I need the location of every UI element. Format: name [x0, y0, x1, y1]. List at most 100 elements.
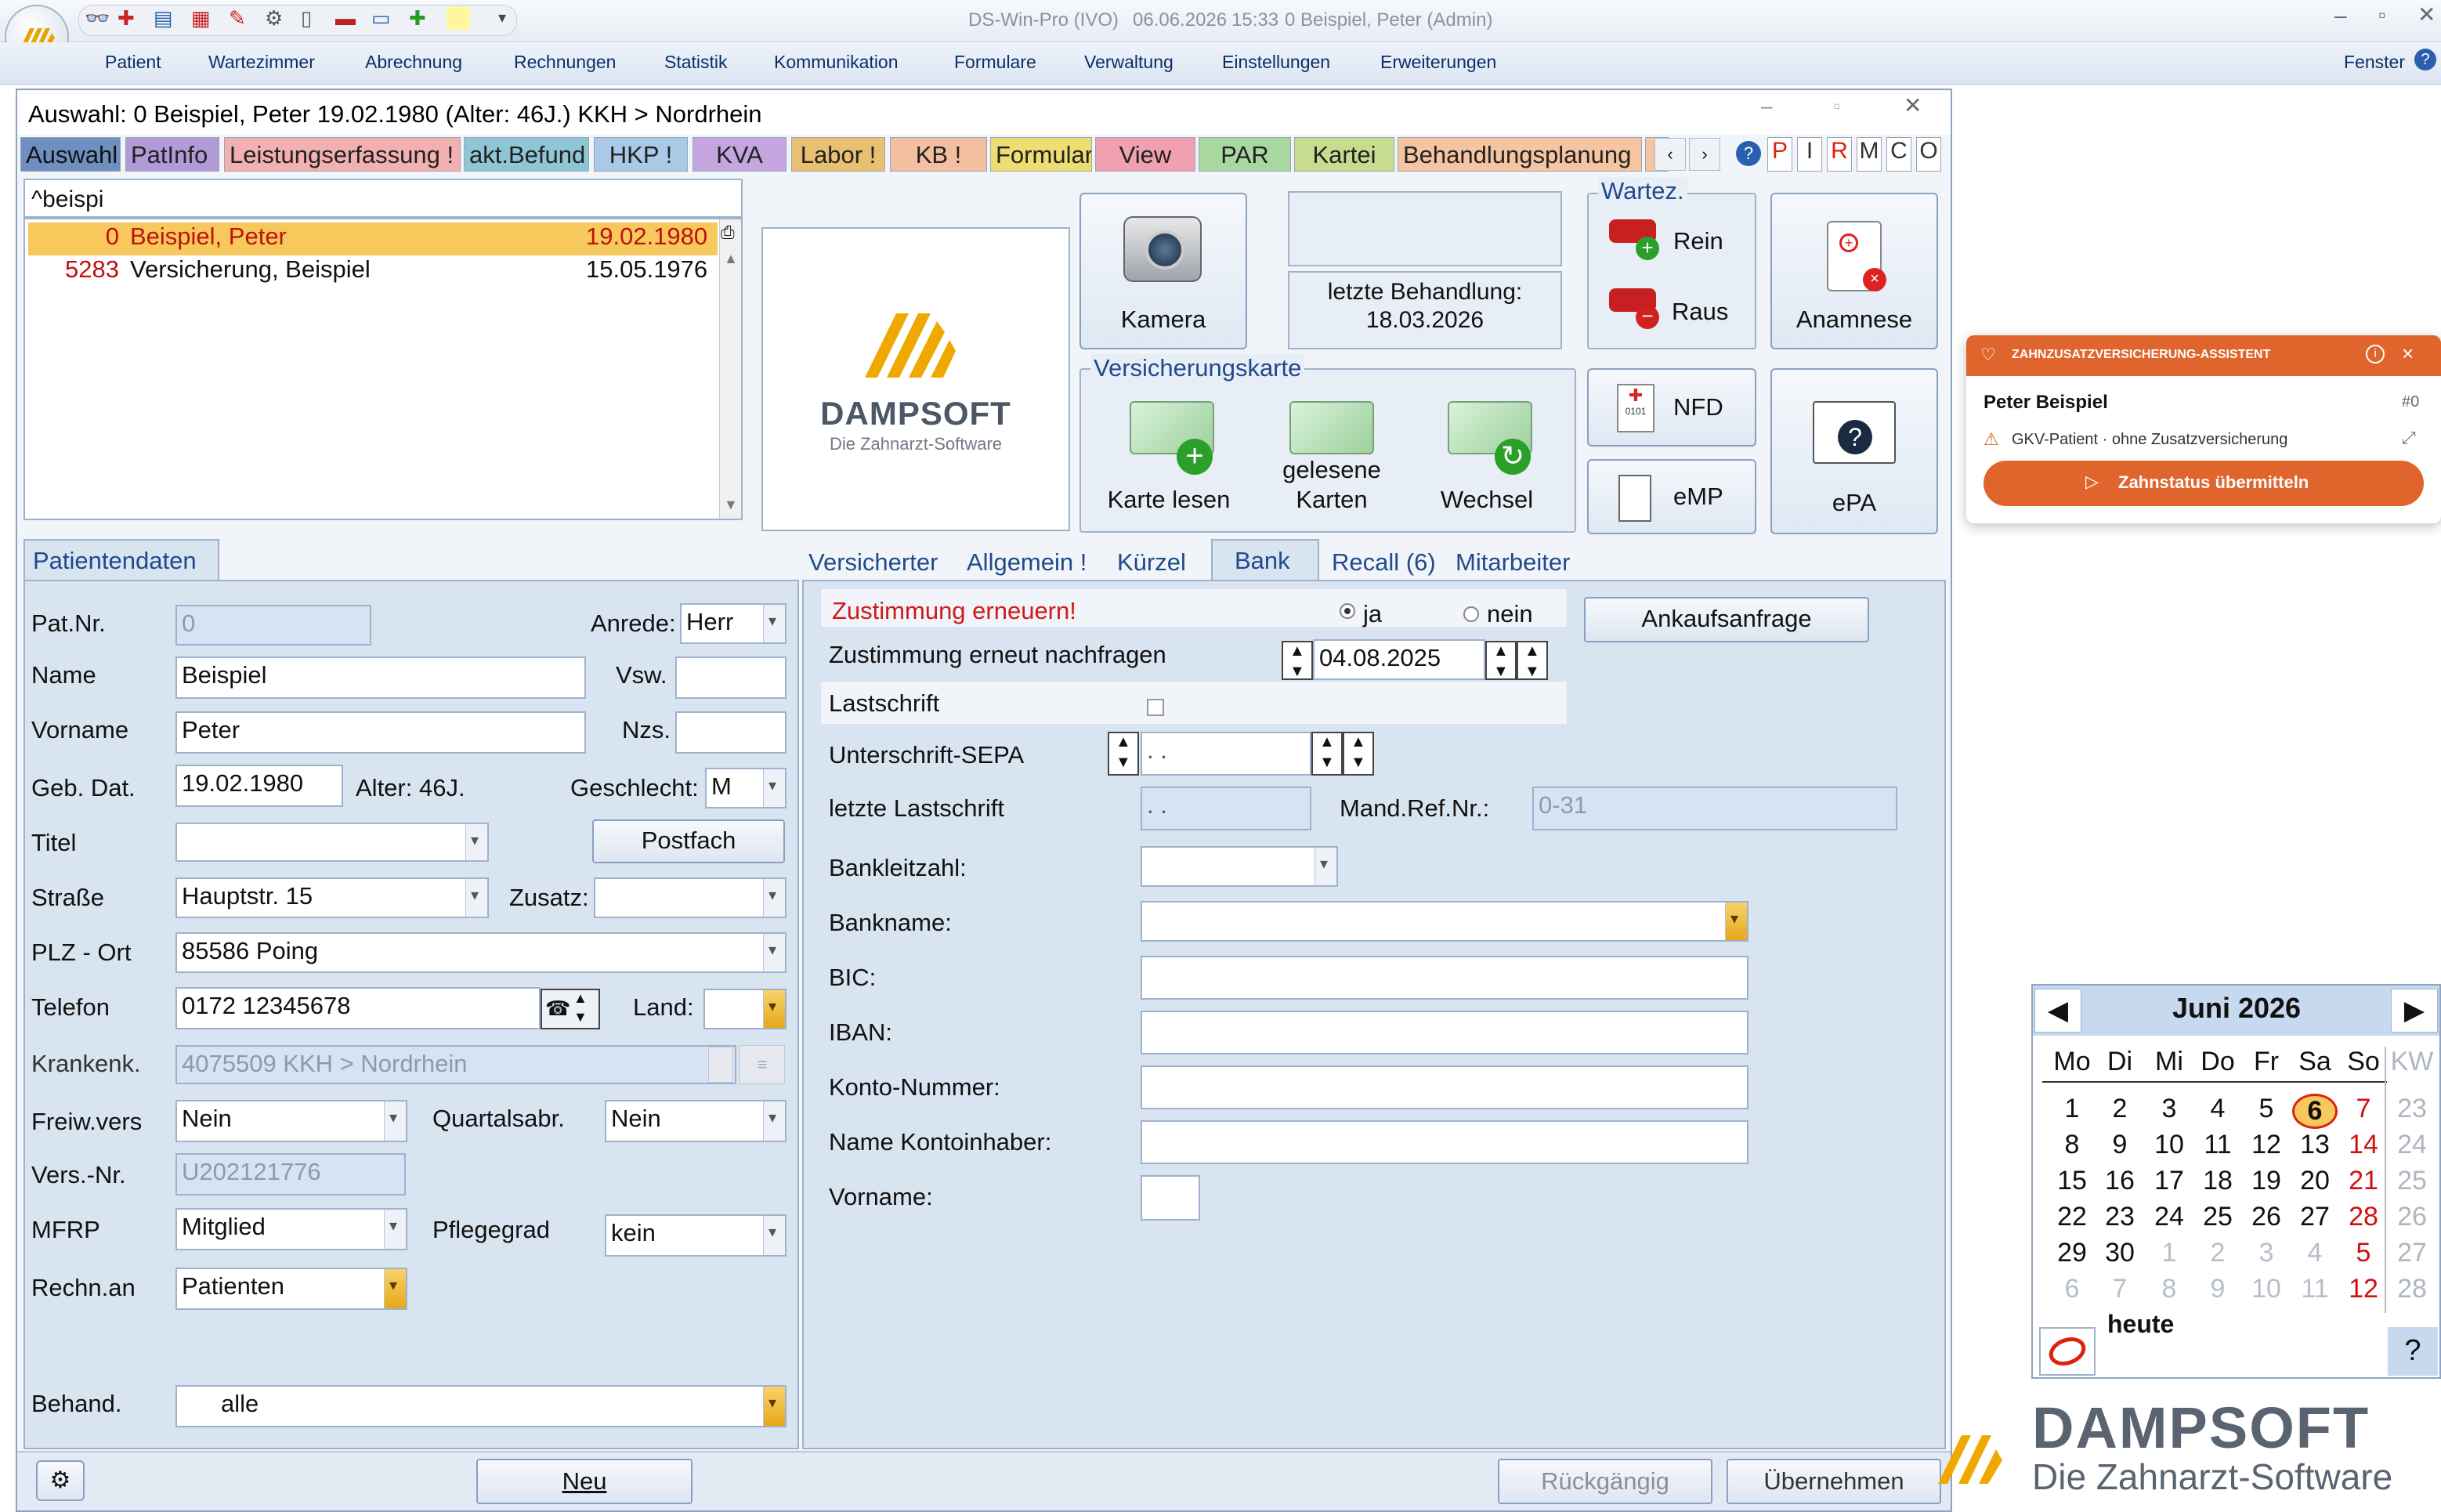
karte-lesen-button[interactable]: + Karte lesen	[1098, 387, 1239, 519]
calendar-day[interactable]: 25	[2195, 1202, 2240, 1232]
neu-button[interactable]: Neu	[476, 1459, 693, 1504]
menu-formulare[interactable]: Formulare	[954, 52, 1036, 73]
tab-scroll-right-icon[interactable]: ›	[1689, 138, 1720, 171]
tools-icon[interactable]: ⚙	[265, 6, 291, 33]
blz-select[interactable]	[1141, 846, 1338, 887]
konto-field[interactable]	[1141, 1065, 1748, 1109]
calendar-day[interactable]: 8	[2049, 1130, 2095, 1160]
calendar-day[interactable]: 20	[2292, 1166, 2338, 1196]
calendar-day[interactable]: 3	[2244, 1238, 2289, 1268]
calendar-day[interactable]: 10	[2146, 1130, 2192, 1160]
settings-gear-icon[interactable]: ⚙	[36, 1460, 85, 1501]
subtab-recall[interactable]: Recall (6)	[1332, 548, 1436, 577]
tab-kartei[interactable]: Kartei	[1294, 137, 1394, 172]
minimize-icon[interactable]: –	[2334, 3, 2347, 28]
tab-par[interactable]: PAR	[1199, 137, 1291, 172]
tab-leistungserfassung[interactable]: Leistungserfassung !	[224, 137, 461, 172]
tab-behandlungsplanung[interactable]: Behandlungsplanung	[1398, 137, 1642, 172]
calendar-day[interactable]: 6	[2292, 1094, 2338, 1129]
calendar-day[interactable]: 12	[2341, 1274, 2386, 1304]
calendar-day[interactable]: 3	[2146, 1094, 2192, 1124]
menu-statistik[interactable]: Statistik	[664, 52, 728, 73]
calendar-day[interactable]: 14	[2341, 1130, 2386, 1160]
plz-ort-select[interactable]: 85586 Poing	[175, 932, 787, 973]
freiw-select[interactable]: Nein	[175, 1100, 407, 1142]
ankaufsanfrage-button[interactable]: Ankaufsanfrage	[1584, 597, 1869, 642]
emp-button[interactable]: eMP	[1587, 459, 1756, 534]
form-icon[interactable]: ✎	[229, 6, 255, 33]
kamera-button[interactable]: Kamera	[1079, 193, 1247, 349]
epa-button[interactable]: ? ePA	[1770, 368, 1938, 534]
heute-label[interactable]: heute	[2107, 1310, 2174, 1339]
window-close-icon[interactable]: ✕	[1904, 92, 1922, 118]
calendar-day[interactable]: 23	[2097, 1202, 2143, 1232]
calendar-day[interactable]: 28	[2341, 1202, 2386, 1232]
wechsel-button[interactable]: ↻ Wechsel	[1416, 387, 1557, 519]
titel-select[interactable]	[175, 823, 489, 862]
calendar-icon[interactable]: ▦	[191, 6, 218, 33]
calendar-day[interactable]: 7	[2097, 1274, 2143, 1304]
page-icon[interactable]: ▯	[301, 6, 327, 33]
tab-patinfo[interactable]: PatInfo	[125, 137, 219, 172]
nachfragen-date-field[interactable]: 04.08.2025	[1313, 639, 1485, 680]
calendar-day[interactable]: 11	[2195, 1130, 2240, 1160]
glasses-icon[interactable]: 👓	[85, 6, 111, 33]
document-icon[interactable]: ▤	[154, 6, 180, 33]
mfrp-select[interactable]: Mitglied	[175, 1208, 407, 1250]
vorname-field[interactable]: Peter	[175, 711, 586, 754]
quartal-select[interactable]: Nein	[605, 1100, 787, 1142]
today-button[interactable]	[2039, 1327, 2096, 1376]
tab-letter-c[interactable]: C	[1886, 137, 1911, 172]
calendar-day[interactable]: 22	[2049, 1202, 2095, 1232]
iban-field[interactable]	[1141, 1011, 1748, 1054]
zahnstatus-button[interactable]: ▷ Zahnstatus übermitteln	[1984, 461, 2424, 506]
note-icon[interactable]	[447, 6, 470, 30]
telefon-dial-button[interactable]: ☎ ▲ ▼	[541, 989, 600, 1029]
calendar-day[interactable]: 16	[2097, 1166, 2143, 1196]
spin-up-icon[interactable]: ▲	[573, 990, 588, 1007]
calendar-day[interactable]: 1	[2049, 1094, 2095, 1124]
restore-icon[interactable]: ▫	[2378, 3, 2385, 27]
radio-nein[interactable]	[1463, 606, 1479, 622]
telefon-field[interactable]: 0172 12345678	[175, 987, 541, 1029]
scanner-icon[interactable]: ▭	[371, 6, 398, 33]
tab-formular[interactable]: Formular	[990, 137, 1092, 172]
popup-close-icon[interactable]: ×	[2402, 342, 2414, 366]
tooth-icon[interactable]: ✚	[118, 6, 144, 33]
tab-letter-i[interactable]: I	[1797, 137, 1822, 172]
radio-ja[interactable]	[1340, 603, 1355, 619]
tab-patientendaten[interactable]: Patientendaten	[24, 539, 219, 581]
gelesene-karten-button[interactable]: gelesene Karten	[1261, 387, 1402, 519]
uebernehmen-button[interactable]: Übernehmen	[1727, 1459, 1941, 1504]
geschlecht-select[interactable]: M	[705, 768, 787, 808]
tab-letter-m[interactable]: M	[1857, 137, 1882, 172]
vsw-field[interactable]	[675, 657, 787, 699]
tab-auswahl[interactable]: Auswahl	[20, 137, 121, 172]
calendar-next-icon[interactable]: ▶	[2391, 989, 2438, 1033]
subtab-allgemein[interactable]: Allgemein !	[967, 548, 1087, 577]
calendar-day[interactable]: 1	[2146, 1238, 2192, 1268]
anrede-select[interactable]: Herr	[680, 603, 787, 644]
behand-select[interactable]: alle	[175, 1385, 787, 1427]
rueckgaengig-button[interactable]: Rückgängig	[1498, 1459, 1712, 1504]
menu-einstellungen[interactable]: Einstellungen	[1222, 52, 1330, 73]
nachfragen-spin-right-2[interactable]	[1517, 641, 1548, 681]
tab-kva[interactable]: KVA	[693, 137, 787, 172]
list-item[interactable]: 0 Beispiel, Peter 19.02.1980	[28, 222, 718, 255]
calendar-day[interactable]: 19	[2244, 1166, 2289, 1196]
calendar-day[interactable]: 17	[2146, 1166, 2192, 1196]
subtab-mitarbeiter[interactable]: Mitarbeiter	[1456, 548, 1570, 577]
scroll-down-icon[interactable]: ▼	[724, 497, 738, 513]
land-select[interactable]	[703, 989, 787, 1029]
tab-labor[interactable]: Labor !	[791, 137, 885, 172]
patient-search-input[interactable]: ^beispi	[24, 179, 743, 218]
calendar-day[interactable]: 11	[2292, 1274, 2338, 1304]
list-item[interactable]: 5283 Versicherung, Beispiel 15.05.1976	[28, 255, 718, 288]
rein-button[interactable]: +	[1606, 213, 1676, 263]
calendar-day[interactable]: 27	[2292, 1202, 2338, 1232]
calendar-day[interactable]: 2	[2195, 1238, 2240, 1268]
raus-label[interactable]: Raus	[1672, 298, 1728, 326]
menu-rechnungen[interactable]: Rechnungen	[514, 52, 616, 73]
add-icon[interactable]: ✚	[409, 6, 436, 33]
calendar-day[interactable]: 10	[2244, 1274, 2289, 1304]
